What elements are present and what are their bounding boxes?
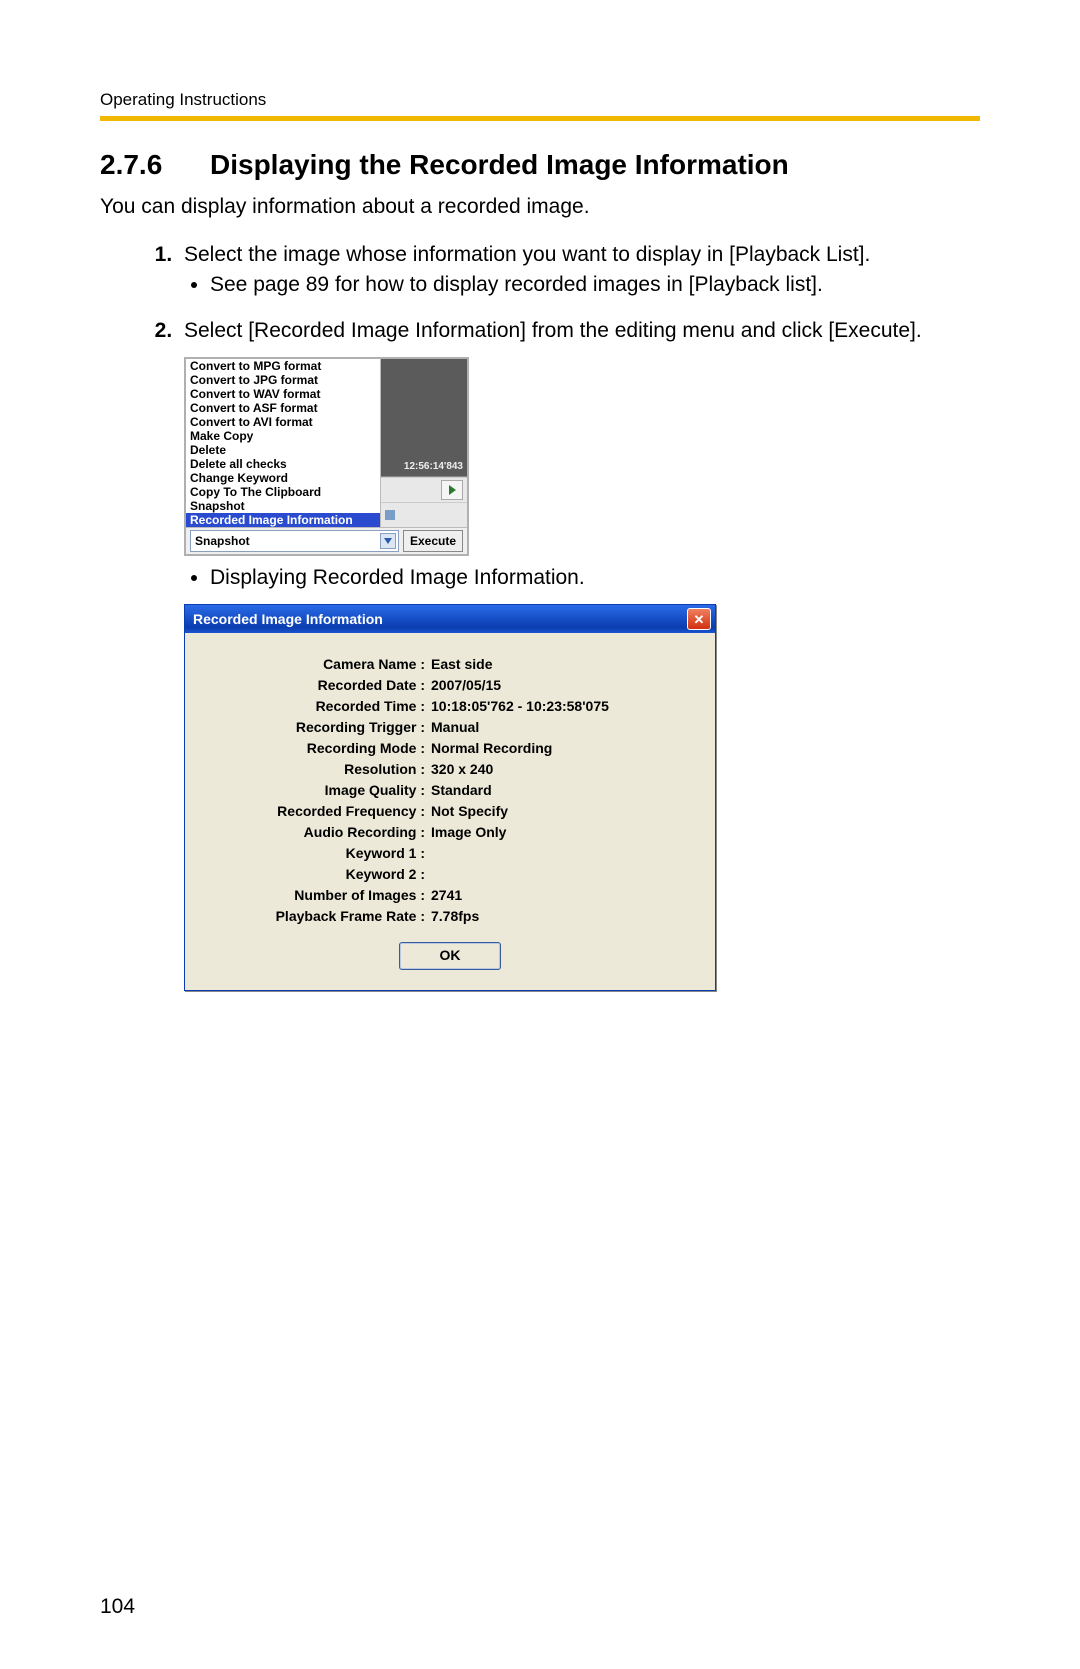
play-controls — [381, 477, 467, 502]
combo-value: Snapshot — [195, 534, 250, 548]
step-1-text: Select the image whose information you w… — [184, 243, 870, 266]
close-icon: ✕ — [694, 613, 705, 626]
execute-button[interactable]: Execute — [403, 530, 463, 552]
dialog-body: Camera Name :East sideRecorded Date :200… — [185, 633, 715, 990]
field-row: Recorded Date :2007/05/15 — [205, 677, 695, 693]
play-icon — [449, 485, 456, 495]
field-row: Playback Frame Rate :7.78fps — [205, 908, 695, 924]
field-value: 7.78fps — [431, 908, 695, 924]
menu-item[interactable]: Change Keyword — [186, 471, 380, 485]
action-combo[interactable]: Snapshot — [190, 530, 399, 552]
field-label: Image Quality : — [205, 782, 431, 798]
field-value: 2007/05/15 — [431, 677, 695, 693]
field-label: Playback Frame Rate : — [205, 908, 431, 924]
menu-item[interactable]: Copy To The Clipboard — [186, 485, 380, 499]
field-row: Keyword 1 : — [205, 845, 695, 861]
field-label: Recording Mode : — [205, 740, 431, 756]
editing-menu-screenshot: Convert to MPG format Convert to JPG for… — [184, 357, 469, 556]
field-row: Audio Recording :Image Only — [205, 824, 695, 840]
menu-item[interactable]: Convert to ASF format — [186, 401, 380, 415]
field-label: Number of Images : — [205, 887, 431, 903]
stop-controls — [381, 502, 467, 527]
preview-timestamp: 12:56:14'843 — [404, 461, 463, 472]
field-row: Recording Mode :Normal Recording — [205, 740, 695, 756]
field-value — [431, 845, 695, 861]
menu-item-selected[interactable]: Recorded Image Information — [186, 513, 380, 527]
stop-icon[interactable] — [385, 510, 395, 520]
field-value: 320 x 240 — [431, 761, 695, 777]
menu-item[interactable]: Convert to MPG format — [186, 359, 380, 373]
field-row: Number of Images :2741 — [205, 887, 695, 903]
field-row: Camera Name :East side — [205, 656, 695, 672]
field-label: Keyword 1 : — [205, 845, 431, 861]
preview-pane: 12:56:14'843 — [381, 359, 467, 527]
field-value — [431, 866, 695, 882]
field-value: Image Only — [431, 824, 695, 840]
field-value: Not Specify — [431, 803, 695, 819]
menu-item[interactable]: Convert to JPG format — [186, 373, 380, 387]
section-heading: 2.7.6Displaying the Recorded Image Infor… — [100, 149, 980, 181]
page-number: 104 — [100, 1595, 135, 1619]
intro-text: You can display information about a reco… — [100, 195, 980, 219]
dialog-titlebar: Recorded Image Information ✕ — [185, 605, 715, 633]
step-2-text: Select [Recorded Image Information] from… — [184, 319, 922, 342]
field-label: Recorded Date : — [205, 677, 431, 693]
field-label: Camera Name : — [205, 656, 431, 672]
field-value: 2741 — [431, 887, 695, 903]
menu-item[interactable]: Convert to AVI format — [186, 415, 380, 429]
step-2-bullet: Displaying Recorded Image Information. — [210, 566, 980, 590]
menu-item[interactable]: Delete all checks — [186, 457, 380, 471]
field-row: Keyword 2 : — [205, 866, 695, 882]
menu-item[interactable]: Make Copy — [186, 429, 380, 443]
field-label: Audio Recording : — [205, 824, 431, 840]
play-button[interactable] — [441, 480, 463, 500]
page-header: Operating Instructions — [100, 90, 980, 121]
step-2: Select [Recorded Image Information] from… — [178, 319, 980, 991]
field-row: Image Quality :Standard — [205, 782, 695, 798]
section-number: 2.7.6 — [100, 149, 210, 181]
field-value: East side — [431, 656, 695, 672]
step-1-bullet: See page 89 for how to display recorded … — [210, 273, 980, 297]
recorded-info-dialog: Recorded Image Information ✕ Camera Name… — [184, 604, 716, 991]
ok-button[interactable]: OK — [399, 942, 501, 970]
field-row: Recorded Frequency :Not Specify — [205, 803, 695, 819]
field-row: Recording Trigger :Manual — [205, 719, 695, 735]
field-label: Keyword 2 : — [205, 866, 431, 882]
dialog-title: Recorded Image Information — [193, 611, 383, 627]
menu-item[interactable]: Delete — [186, 443, 380, 457]
step-1: Select the image whose information you w… — [178, 243, 980, 297]
chevron-down-icon[interactable] — [380, 533, 396, 549]
menu-item[interactable]: Convert to WAV format — [186, 387, 380, 401]
field-row: Recorded Time :10:18:05'762 - 10:23:58'0… — [205, 698, 695, 714]
field-label: Recording Trigger : — [205, 719, 431, 735]
field-row: Resolution :320 x 240 — [205, 761, 695, 777]
menu-item[interactable]: Snapshot — [186, 499, 380, 513]
field-value: Manual — [431, 719, 695, 735]
field-label: Recorded Time : — [205, 698, 431, 714]
field-label: Resolution : — [205, 761, 431, 777]
editing-menu-list: Convert to MPG format Convert to JPG for… — [186, 359, 381, 527]
field-label: Recorded Frequency : — [205, 803, 431, 819]
field-value: Normal Recording — [431, 740, 695, 756]
field-value: 10:18:05'762 - 10:23:58'075 — [431, 698, 695, 714]
video-preview: 12:56:14'843 — [381, 359, 467, 477]
section-title: Displaying the Recorded Image Informatio… — [210, 149, 789, 180]
close-button[interactable]: ✕ — [687, 608, 711, 630]
field-value: Standard — [431, 782, 695, 798]
